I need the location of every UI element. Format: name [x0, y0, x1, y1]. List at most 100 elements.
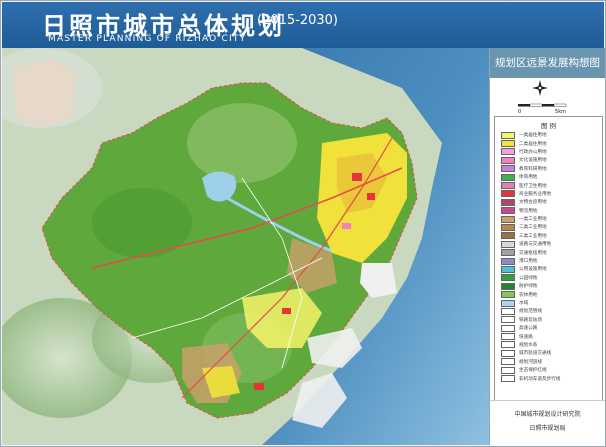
legend-swatch	[501, 265, 515, 273]
legend-swatch	[501, 358, 515, 366]
legend-swatch	[501, 190, 515, 198]
right-panel: 规划区远景发展构想图 N 0 5km 图 例 一类居住用地二类居住用地行政办公用…	[489, 48, 605, 446]
neighbour-city	[12, 58, 77, 128]
scale-end-label: 5km	[555, 109, 566, 115]
legend-label: 公园绿地	[519, 275, 538, 281]
legend-item: 二类居住用地	[501, 139, 601, 148]
legend-swatch	[501, 316, 515, 324]
legend-label: 医疗卫生用地	[519, 183, 547, 189]
legend-swatch	[501, 182, 515, 190]
legend-item: 三类工业用地	[501, 232, 601, 240]
legend-item: 水域	[501, 299, 601, 307]
legend-swatch	[501, 131, 515, 139]
legend-label: 防护绿地	[519, 284, 538, 290]
legend-title: 图 例	[540, 122, 557, 130]
scale-start-label: 0	[518, 109, 521, 115]
map-graphic	[1, 48, 489, 445]
legend-label: 规划范围线	[519, 309, 542, 315]
compass-and-scale: N 0 5km	[518, 80, 567, 115]
legend-label: 物流用地	[519, 208, 538, 214]
legend-label: 文物古迹用地	[519, 200, 547, 206]
legend-label: 行政办公用地	[519, 149, 547, 155]
legend-list: 一类居住用地 二类居住用地 行政办公用地 文化设施用地 教育科研用地 体育用地医疗卫生用地…	[501, 131, 601, 383]
legend-swatch	[501, 198, 515, 206]
legend-label: 文化设施用地	[519, 158, 547, 164]
legend-swatch	[501, 148, 515, 156]
commercial-zone-2	[367, 193, 375, 200]
legend-label: 快速路	[519, 334, 533, 340]
legend-swatch	[501, 165, 515, 173]
legend-label: 道路与交通用地	[519, 242, 552, 248]
legend-item: 港口用地	[501, 257, 601, 265]
legend-label: 体育用地	[519, 175, 538, 181]
credit-line-1: 中国城市规划设计研究院	[514, 411, 581, 418]
legend-label: 教育科研用地	[519, 166, 547, 172]
legend-swatch	[501, 257, 515, 265]
legend-item: 商业服务业用地	[501, 190, 601, 198]
legend-swatch	[501, 240, 515, 248]
scale-bar: 0 5km	[518, 103, 567, 115]
legend-label: 规划河道线	[519, 359, 542, 365]
legend-item: 体育用地	[501, 173, 601, 181]
legend-label: 一类居住用地	[519, 133, 547, 139]
legend-item: 公用设施用地	[501, 265, 601, 273]
legend-item: 一类居住用地	[501, 131, 601, 139]
legend: 图 例 一类居住用地 二类居住用地 行政办公用地 文化设施用地 教育科研用地 体育用地医疗…	[494, 116, 603, 406]
legend-swatch	[501, 307, 515, 315]
compass-icon: N	[532, 80, 548, 96]
legend-swatch	[501, 173, 515, 181]
legend-swatch	[501, 349, 515, 357]
legend-item: 生态保护红线	[501, 366, 601, 374]
map-title-years: (2015-2030)	[257, 13, 339, 28]
legend-item: 一类工业用地	[501, 215, 601, 223]
legend-label: 农林用地	[519, 292, 538, 298]
legend-item: 城市轨道交通线	[501, 349, 601, 357]
legend-item: 文化设施用地	[501, 156, 601, 164]
credit-line-2: 日照市规划局	[529, 425, 566, 432]
legend-item: 规划水系	[501, 341, 601, 349]
legend-label: 交通枢纽用地	[519, 250, 547, 256]
legend-swatch	[501, 232, 515, 240]
commercial-s	[282, 308, 291, 314]
public-zone	[342, 223, 351, 229]
legend-label: 港口用地	[519, 259, 538, 265]
legend-label: 二类工业用地	[519, 225, 547, 231]
legend-swatch	[501, 223, 515, 231]
legend-item: 二类工业用地	[501, 223, 601, 231]
legend-item: 医疗卫生用地	[501, 181, 601, 190]
legend-item: 物流用地	[501, 207, 601, 215]
legend-label: 商业服务业用地	[519, 191, 552, 197]
legend-item: 非机动车道及步行线	[501, 374, 601, 383]
legend-item: 高速公路	[501, 324, 601, 332]
title-bar: 日照市城市总体规划 (2015-2030) MASTER PLANNING OF…	[2, 2, 604, 48]
legend-swatch	[501, 333, 515, 341]
legend-swatch	[501, 274, 515, 282]
legend-swatch	[501, 249, 515, 257]
legend-swatch	[501, 299, 515, 307]
legend-label: 非机动车道及步行线	[519, 376, 561, 382]
legend-swatch	[501, 341, 515, 349]
legend-swatch	[501, 282, 515, 290]
legend-label: 规划水系	[519, 342, 538, 348]
legend-label: 二类居住用地	[519, 141, 547, 147]
legend-swatch	[501, 366, 515, 374]
legend-item: 行政办公用地	[501, 148, 601, 156]
legend-item: 规划河道线	[501, 358, 601, 366]
legend-swatch	[501, 324, 515, 332]
legend-swatch	[501, 291, 515, 299]
legend-swatch	[501, 140, 515, 148]
compass-north-label: N	[538, 80, 542, 81]
legend-swatch	[501, 207, 515, 215]
legend-swatch	[501, 156, 515, 164]
legend-label: 三类工业用地	[519, 233, 547, 239]
credits: 中国城市规划设计研究院 日照市规划局	[490, 400, 605, 446]
legend-label: 高速公路	[519, 326, 538, 332]
legend-label: 一类工业用地	[519, 217, 547, 223]
legend-item: 规划范围线	[501, 307, 601, 315]
map-title-english: MASTER PLANNING OF RIZHAO CITY	[48, 34, 247, 44]
legend-item: 铁路及站场	[501, 316, 601, 324]
legend-label: 城市轨道交通线	[519, 351, 552, 357]
commercial-zone	[352, 173, 362, 181]
map-canvas[interactable]	[1, 48, 489, 445]
legend-item: 快速路	[501, 332, 601, 341]
